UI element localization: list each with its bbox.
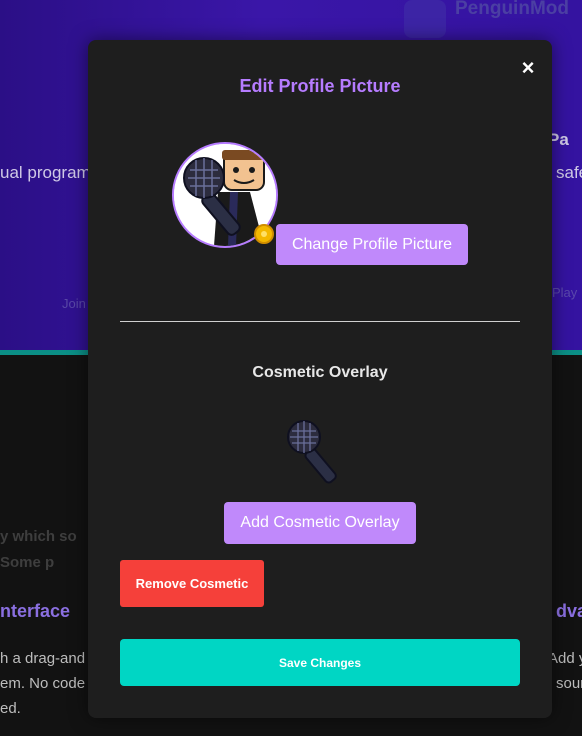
- save-changes-button[interactable]: Save Changes: [120, 639, 520, 686]
- muted-text-1: y which so: [0, 528, 77, 545]
- brand-name: PenguinMod: [455, 0, 569, 19]
- muted-text-2: Some p: [0, 554, 55, 571]
- gold-badge-icon: [254, 224, 274, 244]
- brand-logo: [404, 0, 446, 38]
- feature-text-right-2: soun: [556, 675, 582, 692]
- feature-text-left-1: h a drag-and: [0, 650, 86, 667]
- feature-title-right: dva: [556, 601, 582, 621]
- add-cosmetic-overlay-button[interactable]: Add Cosmetic Overlay: [224, 502, 416, 544]
- edit-profile-picture-modal: × Edit Profile Picture Change Profile Pi…: [88, 40, 552, 718]
- hero-text-left: ual program: [0, 163, 91, 182]
- hero-button-left[interactable]: Join: [62, 296, 86, 311]
- feature-title-left: nterface: [0, 601, 71, 621]
- feature-text-left-3: ed.: [0, 700, 21, 717]
- cosmetic-overlay-heading: Cosmetic Overlay: [252, 364, 388, 381]
- close-icon[interactable]: ×: [518, 57, 538, 79]
- feature-text-left-2: em. No code: [0, 675, 86, 692]
- feature-text-right-1: Add y: [548, 650, 582, 667]
- change-profile-picture-button[interactable]: Change Profile Picture: [276, 224, 468, 265]
- hero-text-right: safe: [556, 163, 582, 182]
- modal-title: Edit Profile Picture: [239, 76, 401, 96]
- remove-cosmetic-button[interactable]: Remove Cosmetic: [120, 560, 264, 607]
- microphone-icon: [287, 420, 337, 484]
- hero-button-right[interactable]: Play: [552, 285, 577, 300]
- divider: [120, 321, 520, 322]
